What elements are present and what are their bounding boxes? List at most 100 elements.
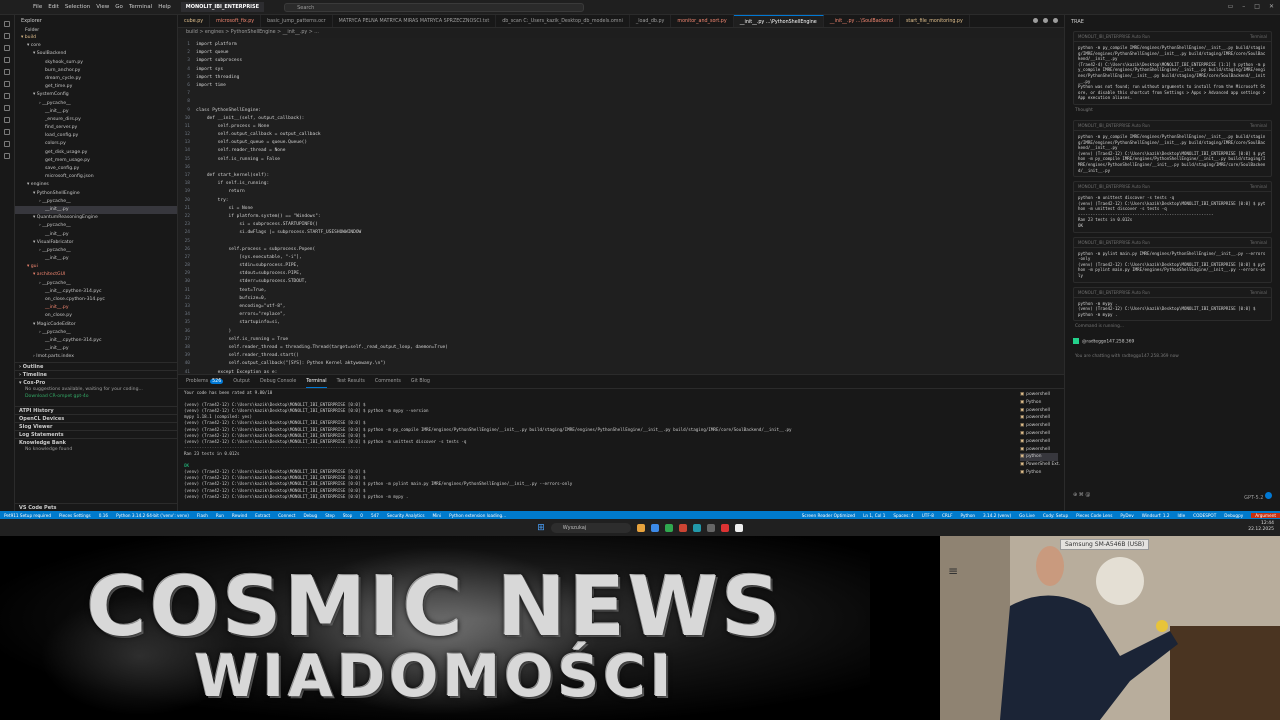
- terminal-instance[interactable]: ▣ powershell: [1020, 446, 1058, 454]
- panel-tab[interactable]: Debug Console: [260, 375, 296, 388]
- tree-item[interactable]: ▾ QuantumReasoningEngine: [15, 214, 177, 222]
- chrome-icon[interactable]: [664, 523, 673, 532]
- status-item[interactable]: Python extension loading...: [445, 513, 510, 518]
- status-item[interactable]: Mini: [429, 513, 446, 518]
- terminal-instance[interactable]: ▣ powershell: [1020, 407, 1058, 415]
- tree-item[interactable]: get_disk_usage.py: [15, 149, 177, 157]
- source-control-icon[interactable]: [4, 45, 10, 51]
- tree-item[interactable]: on_close.py: [15, 312, 177, 320]
- tree-item[interactable]: › __pycache__: [15, 100, 177, 108]
- tree-item[interactable]: ▾ SystemConfig: [15, 91, 177, 99]
- terminal-instance[interactable]: ▣ python: [1020, 453, 1058, 462]
- status-item[interactable]: Step: [321, 513, 339, 518]
- workspace-title[interactable]: MONOLIT_IBI_ENTERPRISE: [180, 2, 265, 12]
- editor-tab[interactable]: MATRYCA PELNA MATRYCA MIRAS MATRYCA SPRZ…: [333, 15, 497, 27]
- tree-item[interactable]: __init__.py: [15, 231, 177, 239]
- tree-item[interactable]: __init__.py: [15, 304, 177, 312]
- tree-item[interactable]: dream_cycle.py: [15, 75, 177, 83]
- attach-icon[interactable]: ⊕ ⌘ @: [1073, 492, 1090, 501]
- terminal-tag[interactable]: Terminal: [1250, 123, 1267, 128]
- status-item[interactable]: Debug: [299, 513, 321, 518]
- pets-icon[interactable]: [4, 153, 10, 159]
- panel-tab[interactable]: Comments: [375, 375, 401, 388]
- terminal-tag[interactable]: Terminal: [1250, 290, 1267, 295]
- run-icon[interactable]: [1033, 18, 1038, 23]
- tree-item[interactable]: on_close.cpython-314.pyc: [15, 296, 177, 304]
- command-search-input[interactable]: Search: [284, 2, 585, 12]
- copilot-section[interactable]: ▾ Cox-Pro: [15, 377, 177, 386]
- split-editor-icon[interactable]: [1043, 18, 1048, 23]
- tree-item[interactable]: __init__.cpython-314.pyc: [15, 337, 177, 345]
- layout-icon[interactable]: ▭: [1228, 3, 1234, 10]
- tree-item[interactable]: › __pycache__: [15, 222, 177, 230]
- status-item[interactable]: Pieces Settings: [55, 513, 95, 518]
- tree-item[interactable]: › __pycache__: [15, 329, 177, 337]
- panel-tab[interactable]: Test Results: [337, 375, 365, 388]
- menu-icon[interactable]: ≡: [948, 564, 958, 578]
- copilot-download[interactable]: Download CR-ompet gpt-4o: [15, 393, 177, 400]
- copilot-icon[interactable]: [4, 105, 10, 111]
- terminal-instance[interactable]: ▣ powershell: [1020, 391, 1058, 399]
- status-item[interactable]: CRLF: [938, 513, 957, 518]
- status-item[interactable]: Flash: [193, 513, 212, 518]
- tree-item[interactable]: › __pycache__: [15, 198, 177, 206]
- status-item[interactable]: PyDev: [1116, 513, 1137, 518]
- status-item[interactable]: Pieces Code Lens: [1072, 513, 1116, 518]
- terminal-instance[interactable]: ▣ powershell: [1020, 438, 1058, 446]
- status-argument[interactable]: Argument: [1251, 512, 1280, 518]
- status-item[interactable]: Python 3.14.2 64-bit ('venv': venv): [112, 513, 193, 518]
- brave-icon[interactable]: [678, 523, 687, 532]
- tree-item[interactable]: colors.py: [15, 140, 177, 148]
- sidebar-section[interactable]: Slog Viewer: [15, 421, 177, 430]
- extensions-icon[interactable]: [4, 69, 10, 75]
- send-icon[interactable]: [1265, 492, 1272, 499]
- editor-tab[interactable]: monitor_and_sort.py: [671, 15, 734, 27]
- system-tray[interactable]: 12:44 22.12.2025: [1248, 521, 1274, 533]
- remote-icon[interactable]: [4, 93, 10, 99]
- minimize-icon[interactable]: –: [1242, 3, 1245, 10]
- tree-item[interactable]: ▾ MagicCodeEditor: [15, 321, 177, 329]
- tree-item[interactable]: __init__.py: [15, 205, 177, 215]
- testing-icon[interactable]: [4, 81, 10, 87]
- terminal-tag[interactable]: Terminal: [1250, 34, 1267, 39]
- status-item[interactable]: 3.14.2 (venv): [979, 513, 1015, 518]
- tree-item[interactable]: burn_anchor.py: [15, 67, 177, 75]
- sidebar-section[interactable]: › Timeline: [15, 369, 177, 378]
- terminal-instance[interactable]: ▣ powershell: [1020, 422, 1058, 430]
- status-item[interactable]: Run: [212, 513, 228, 518]
- menu-item-selection[interactable]: Selection: [65, 4, 90, 10]
- menu-item-edit[interactable]: Edit: [48, 4, 59, 10]
- panel-tab[interactable]: Git Blog: [411, 375, 430, 388]
- tree-item[interactable]: ▾ VisualFabricator: [15, 239, 177, 247]
- search-icon[interactable]: [4, 33, 10, 39]
- tree-item[interactable]: ▾ PythonShellEngine: [15, 190, 177, 198]
- terminal-instance[interactable]: ▣ PowerShell Ext.: [1020, 461, 1060, 469]
- status-item[interactable]: Pet911 Setup required: [0, 513, 55, 518]
- tree-item[interactable]: ▾ build: [15, 34, 177, 42]
- tree-item[interactable]: ▾ core: [15, 42, 177, 50]
- status-item[interactable]: Screen Reader Optimized: [798, 513, 859, 518]
- status-item[interactable]: Cody: Setup: [1039, 513, 1072, 518]
- pieces-icon[interactable]: [4, 117, 10, 123]
- status-item[interactable]: 0.16: [95, 513, 112, 518]
- sidebar-section[interactable]: Log Statements: [15, 429, 177, 438]
- editor-tab[interactable]: start_file_monitoring.py: [900, 15, 970, 27]
- tree-item[interactable]: __init__.py: [15, 255, 177, 263]
- tree-item[interactable]: get_time.py: [15, 83, 177, 91]
- run-debug-icon[interactable]: [4, 57, 10, 63]
- editor-tab[interactable]: db_scan C:_Users_kazik_Desktop_db_models…: [496, 15, 630, 27]
- status-item[interactable]: UTF-8: [918, 513, 938, 518]
- tree-item[interactable]: __init__.py: [15, 345, 177, 353]
- obs-icon[interactable]: [720, 523, 729, 532]
- folder-header[interactable]: Folder: [15, 27, 177, 34]
- tree-item[interactable]: ▾ gui: [15, 263, 177, 271]
- sidebar-section[interactable]: Knowledge Bank: [15, 437, 177, 446]
- breadcrumb[interactable]: build > engines > PythonShellEngine > __…: [178, 28, 1064, 38]
- tree-item[interactable]: find_server.py: [15, 124, 177, 132]
- terminal-output[interactable]: Your code has been rated at 9.80/10 (venv…: [184, 390, 1014, 510]
- terminal-tag[interactable]: Terminal: [1250, 240, 1267, 245]
- tree-item[interactable]: › __pycache__: [15, 280, 177, 288]
- tree-item[interactable]: skyhook_sum.py: [15, 59, 177, 67]
- windows-start-icon[interactable]: ⊞: [537, 523, 545, 533]
- terminal-instance[interactable]: ▣ powershell: [1020, 414, 1058, 422]
